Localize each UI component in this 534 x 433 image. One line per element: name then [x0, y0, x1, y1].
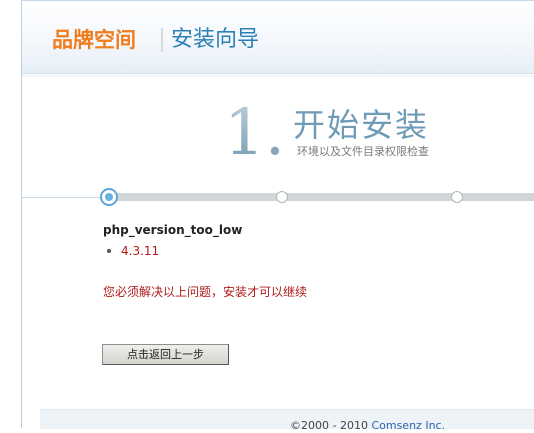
header-shadow [22, 75, 534, 78]
wizard-title: 安装向导 [171, 27, 260, 52]
error-title: php_version_too_low [103, 223, 243, 237]
progress-step-1-active [100, 188, 118, 206]
copyright: ©2000 - 2010 Comsenz Inc. [290, 419, 445, 433]
error-message: 您必须解决以上问题，安装才可以继续 [103, 285, 308, 299]
step-number: 1. [224, 93, 285, 173]
step-title: 开始安装 [293, 106, 430, 144]
company-link[interactable]: Comsenz Inc. [371, 419, 445, 432]
header-divider [22, 73, 534, 74]
progress-step-2 [276, 191, 288, 203]
step-subtitle: 环境以及文件目录权限检查 [297, 145, 429, 158]
back-button[interactable]: 点击返回上一步 [102, 344, 229, 365]
copyright-text: ©2000 - 2010 [290, 419, 372, 432]
logo-divider [161, 28, 163, 52]
bullet-icon [107, 248, 111, 253]
brand-logo: 品牌空间 [52, 28, 136, 52]
error-item-value: 4.3.11 [121, 244, 160, 258]
error-list-item: 4.3.11 [107, 243, 159, 259]
progress-track [110, 193, 534, 201]
progress-lead-line [22, 197, 110, 198]
progress-step-3 [451, 191, 463, 203]
footer-bar [40, 409, 534, 429]
